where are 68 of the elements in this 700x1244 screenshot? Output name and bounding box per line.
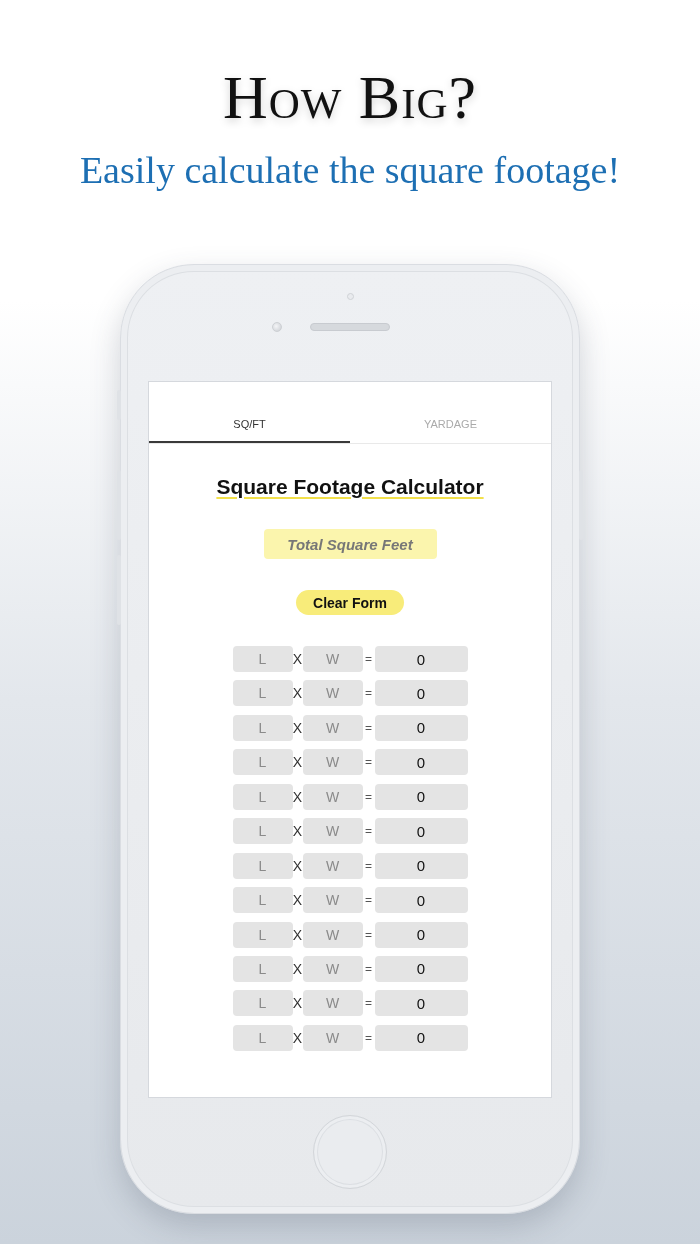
tab[interactable]: SQ/FT — [149, 382, 350, 443]
length-field[interactable]: L — [232, 921, 293, 948]
result-field: 0 — [374, 990, 468, 1017]
width-field[interactable]: W — [302, 921, 363, 948]
equals-sign: = — [365, 961, 372, 976]
equals-sign: = — [365, 686, 372, 701]
length-field[interactable]: L — [232, 1024, 293, 1051]
equals-sign: = — [365, 1030, 372, 1045]
length-field[interactable]: L — [232, 714, 293, 741]
result-field: 0 — [374, 783, 468, 810]
result-field: 0 — [374, 749, 468, 776]
width-field[interactable]: W — [302, 646, 363, 672]
length-field[interactable]: L — [232, 680, 293, 707]
times-sign: X — [292, 823, 303, 840]
result-field: 0 — [374, 714, 468, 741]
width-field[interactable]: W — [302, 749, 363, 776]
times-sign: X — [292, 788, 303, 805]
width-field[interactable]: W — [302, 714, 363, 741]
result-field: 0 — [374, 646, 468, 672]
times-sign: X — [292, 685, 303, 702]
width-field[interactable]: W — [302, 852, 363, 879]
times-sign: X — [292, 857, 303, 874]
result-field: 0 — [374, 818, 468, 845]
width-field[interactable]: W — [302, 955, 363, 982]
times-sign: X — [292, 651, 303, 667]
times-sign: X — [292, 719, 303, 736]
length-field[interactable]: L — [232, 887, 293, 914]
length-field[interactable]: L — [232, 955, 293, 982]
equals-sign: = — [365, 720, 372, 735]
equals-sign: = — [365, 789, 372, 804]
length-field[interactable]: L — [232, 646, 293, 672]
length-field[interactable]: L — [232, 783, 293, 810]
equals-sign: = — [365, 652, 372, 666]
equals-sign: = — [365, 858, 372, 873]
length-field[interactable]: L — [232, 818, 293, 845]
equals-sign: = — [365, 927, 372, 942]
result-field: 0 — [374, 1024, 468, 1051]
width-field[interactable]: W — [302, 990, 363, 1017]
width-field[interactable]: W — [302, 680, 363, 707]
width-field[interactable]: W — [302, 783, 363, 810]
times-sign: X — [292, 1029, 303, 1046]
total-field[interactable]: Total Square Feet — [263, 529, 437, 559]
clear-form-button[interactable]: Clear Form — [296, 590, 404, 615]
result-field: 0 — [374, 887, 468, 914]
width-field[interactable]: W — [302, 887, 363, 914]
equals-sign: = — [365, 755, 372, 770]
times-sign: X — [292, 995, 303, 1012]
subtitle: Easily calculate the square footage! — [79, 148, 621, 192]
result-field: 0 — [374, 852, 468, 879]
width-field[interactable]: W — [302, 1024, 363, 1051]
equals-sign: = — [365, 824, 372, 839]
times-sign: X — [292, 960, 303, 977]
length-field[interactable]: L — [232, 852, 293, 879]
length-field[interactable]: L — [232, 749, 293, 776]
times-sign: X — [292, 754, 303, 771]
headline: How Big? — [222, 62, 478, 133]
sensor-dot-icon — [346, 293, 354, 300]
result-field: 0 — [374, 921, 468, 948]
times-sign: X — [292, 892, 303, 909]
calculator-title: Square Footage Calculator — [216, 474, 484, 500]
times-sign: X — [292, 926, 303, 943]
camera-icon — [272, 322, 282, 332]
result-field: 0 — [374, 680, 468, 707]
result-field: 0 — [374, 955, 468, 982]
equals-sign: = — [365, 893, 372, 908]
equals-sign: = — [365, 996, 372, 1011]
length-field[interactable]: L — [232, 990, 293, 1017]
width-field[interactable]: W — [302, 818, 363, 845]
